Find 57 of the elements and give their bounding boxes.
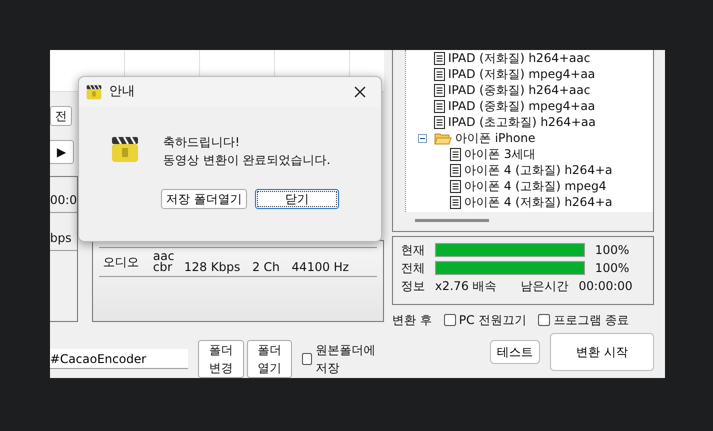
preset-label[interactable]: 아이폰 4 (고화질) h264+a [464,162,612,178]
clapperboard-icon [85,83,103,101]
option-label: PC 전원끄기 [458,312,526,329]
preset-label[interactable]: 아이폰 4 (저화질) h264+a [464,194,612,210]
preset-label[interactable]: IPAD (중화질) mpeg4+aa [448,98,596,114]
checkbox[interactable] [538,314,550,326]
document-icon [450,164,461,176]
progress-label: 현재 [401,242,425,258]
time-text: 00:0 [50,191,77,213]
close-icon[interactable] [353,85,367,99]
document-icon [434,100,445,112]
preset-label[interactable]: IPAD (중화질) h264+aac [448,82,590,98]
preset-label[interactable]: 아이폰 4 (고화질) mpeg4 [464,178,606,194]
document-icon [450,148,461,160]
message-text: 동영상 변환이 완료되었습니다. [163,152,330,169]
folder-button[interactable]: 폴더변경 [198,340,244,378]
preset-label[interactable]: IPAD (저화질) h264+aac [448,50,590,66]
bitrate-text: bps [50,229,77,251]
document-icon [434,116,445,128]
checkbox-label: 원본폴더에 저장 [315,342,376,377]
toolbar-button[interactable]: 전 [50,106,72,126]
audio-label: 오디오 [103,256,139,268]
option-label: 프로그램 종료 [553,312,630,329]
audio-detail: 44100 Hz [292,262,349,273]
document-icon [450,180,461,192]
preset-label[interactable]: 아이폰 3세대 [464,146,536,162]
checkbox[interactable] [302,353,312,365]
audio-codec: aac [153,251,176,262]
preset-label[interactable]: IPAD (저화질) mpeg4+aa [448,66,596,82]
progress-percent: 100% [595,260,630,276]
document-icon [450,196,461,208]
scrollbar-thumb[interactable] [415,219,489,222]
remaining-time: 00:00:00 [578,278,633,294]
remaining-label: 남은시간 [520,278,569,294]
document-icon [434,84,445,96]
info-label: 정보 [401,278,425,294]
output-path-field[interactable]: #CacaoEncoder [50,349,188,369]
play-button[interactable]: ▶ [50,140,74,164]
folder-label[interactable]: 아이폰 iPhone [455,130,536,146]
after-conversion-label: 변환 후 [392,312,432,329]
preset-label[interactable]: IPAD (초고화질) h264+aa [448,114,596,130]
dialog-title: 안내 [109,83,136,102]
progress-label: 전체 [401,260,425,276]
document-icon [434,68,445,80]
folder-button[interactable]: 폴더열기 [246,340,292,378]
start-button[interactable]: 변환 시작 [550,333,654,371]
speed-text: x2.76 배속 [435,278,497,294]
audio-detail: cbr [153,262,172,273]
audio-detail: 2 Ch [252,262,280,273]
progress-percent: 100% [595,242,630,258]
expand-toggle[interactable] [418,134,427,142]
checkbox[interactable] [444,314,456,326]
message-text: 축하드립니다! [163,134,241,151]
audio-detail: 128 Kbps [184,262,240,273]
test-button[interactable]: 테스트 [490,340,540,364]
dialog-button[interactable]: 저장 폴더열기 [161,189,247,209]
dialog-button[interactable]: 닫기 [255,189,339,209]
